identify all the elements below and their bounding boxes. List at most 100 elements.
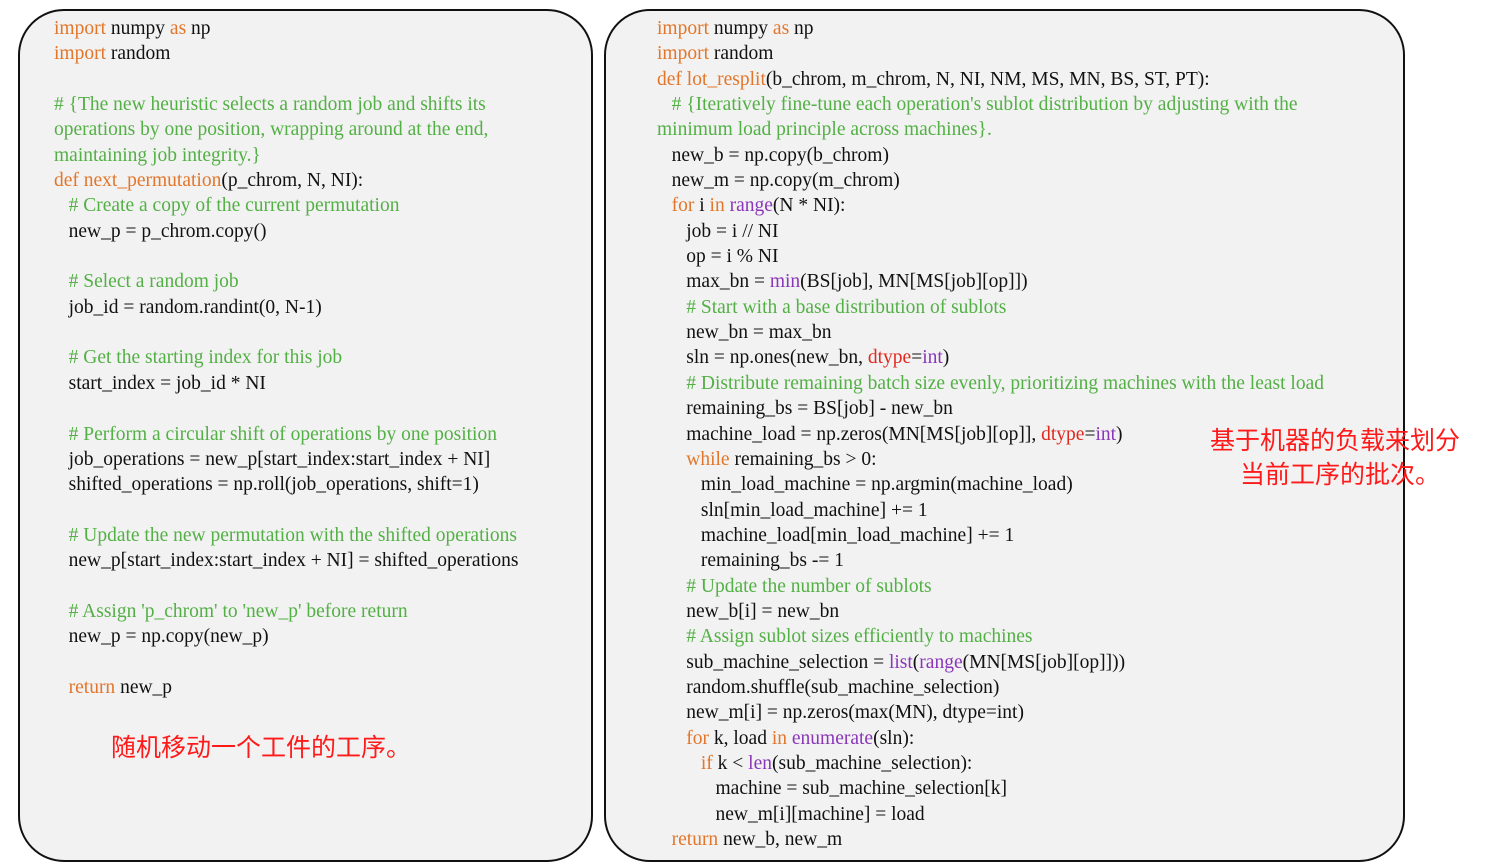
- code-token: if: [700, 752, 713, 774]
- code-line: sln = np.ones(new_bn, dtype=int): [657, 345, 1324, 370]
- code-token: enumerate: [791, 727, 874, 749]
- code-token: # Assign sublot sizes efficiently to mac…: [686, 626, 1033, 648]
- code-line: import random: [54, 41, 518, 66]
- code-line: machine_load[min_load_machine] += 1: [657, 523, 1324, 548]
- code-token: new_bn = max_bn: [657, 322, 832, 344]
- right-annotation-line-2: 当前工序的批次。: [1240, 460, 1441, 489]
- code-token: # Update the number of sublots: [686, 575, 932, 597]
- code-token: (N * NI):: [772, 195, 846, 217]
- code-token: import: [657, 18, 709, 39]
- code-token: (BS[job], MN[MS[job][op]]): [800, 271, 1028, 293]
- code-line: op = i % NI: [657, 244, 1324, 269]
- code-token: range: [919, 651, 963, 673]
- code-token: (MN[MS[job][op]])): [962, 651, 1126, 673]
- code-token: start_index = job_id * NI: [54, 372, 266, 394]
- code-token: import: [54, 18, 106, 39]
- code-token: # Assign 'p_chrom' to 'new_p' before ret…: [68, 600, 408, 622]
- code-token: # Perform a circular shift of operations…: [68, 423, 497, 445]
- code-token: remaining_bs -= 1: [657, 550, 845, 572]
- code-line: new_p = np.copy(new_p): [54, 624, 518, 649]
- code-token: sln[min_load_machine] += 1: [657, 499, 928, 521]
- code-line: # {The new heuristic selects a random jo…: [54, 92, 518, 117]
- code-line: for i in range(N * NI):: [657, 193, 1324, 218]
- code-line: maintaining job integrity.}: [54, 143, 518, 168]
- code-token: new_p = np.copy(new_p): [54, 626, 269, 648]
- code-token: min: [769, 271, 801, 293]
- code-token: # Start with a base distribution of subl…: [686, 296, 1007, 318]
- code-token: i: [694, 195, 710, 217]
- code-token: import: [657, 43, 709, 65]
- code-token: len: [748, 752, 772, 774]
- code-token: int: [1095, 423, 1117, 445]
- code-token: np: [789, 18, 814, 39]
- code-token: machine_load = np.zeros(MN[MS[job][op]],: [657, 423, 1042, 445]
- code-line: def lot_resplit(b_chrom, m_chrom, N, NI,…: [657, 67, 1324, 92]
- code-token: new_p[start_index:start_index + NI] = sh…: [54, 550, 519, 572]
- code-token: k <: [712, 752, 749, 774]
- code-line: # {Iteratively fine-tune each operation'…: [657, 92, 1324, 117]
- code-token: as: [169, 18, 187, 39]
- code-token: numpy: [106, 18, 170, 39]
- code-token: as: [772, 18, 790, 39]
- code-line: new_m[i][machine] = load: [657, 802, 1324, 827]
- code-token: # Select a random job: [68, 271, 239, 293]
- code-line: random.shuffle(sub_machine_selection): [657, 675, 1324, 700]
- code-token: =: [1084, 423, 1096, 445]
- code-line: # Start with a base distribution of subl…: [657, 295, 1324, 320]
- code-line: shifted_operations = np.roll(job_operati…: [54, 472, 518, 497]
- code-token: (sln):: [873, 727, 915, 749]
- code-token: min_load_machine = np.argmin(machine_loa…: [657, 474, 1073, 496]
- code-token: op = i % NI: [657, 246, 779, 268]
- left-code-block: import numpy as np import random # {The ne…: [54, 16, 518, 700]
- code-line: new_p = p_chrom.copy(): [54, 219, 518, 244]
- code-token: sln = np.ones(new_bn,: [657, 347, 868, 369]
- code-line: # Update the number of sublots: [657, 574, 1324, 599]
- code-token: # Get the starting index for this job: [68, 347, 343, 369]
- code-line: # Select a random job: [54, 269, 518, 294]
- code-line: def next_permutation(p_chrom, N, NI):: [54, 168, 518, 193]
- code-token: random: [106, 43, 171, 65]
- code-token: new_m = np.copy(m_chrom): [657, 170, 900, 192]
- code-line: # Assign 'p_chrom' to 'new_p' before ret…: [54, 599, 518, 624]
- code-token: (p_chrom, N, NI):: [221, 170, 364, 192]
- code-token: for: [686, 727, 709, 749]
- code-token: remaining_bs = BS[job] - new_bn: [657, 398, 953, 420]
- code-token: # {The new heuristic selects a random jo…: [54, 94, 486, 116]
- code-token: machine = sub_machine_selection[k]: [657, 778, 1007, 800]
- code-token: sub_machine_selection =: [657, 651, 889, 673]
- code-token: minimum load principle across machines}.: [657, 119, 992, 141]
- code-token: ): [942, 347, 950, 369]
- code-token: =: [911, 347, 923, 369]
- code-line: start_index = job_id * NI: [54, 371, 518, 396]
- code-line: operations by one position, wrapping aro…: [54, 117, 518, 142]
- code-token: new_p = p_chrom.copy(): [54, 220, 267, 242]
- code-line: new_b[i] = new_bn: [657, 599, 1324, 624]
- code-token: lot_resplit: [686, 68, 766, 90]
- code-line: return new_b, new_m: [657, 827, 1324, 852]
- code-token: shifted_operations = np.roll(job_operati…: [54, 474, 479, 496]
- code-token: new_m[i] = np.zeros(max(MN), dtype=int): [657, 702, 1024, 724]
- code-token: in: [709, 195, 725, 217]
- code-line: # Perform a circular shift of operations…: [54, 422, 518, 447]
- code-line: new_m[i] = np.zeros(max(MN), dtype=int): [657, 700, 1324, 725]
- code-token: new_b, new_m: [718, 829, 843, 850]
- code-line: remaining_bs -= 1: [657, 548, 1324, 573]
- code-line: new_bn = max_bn: [657, 320, 1324, 345]
- code-line: sln[min_load_machine] += 1: [657, 498, 1324, 523]
- code-token: k, load: [709, 727, 772, 749]
- code-token: numpy: [709, 18, 773, 39]
